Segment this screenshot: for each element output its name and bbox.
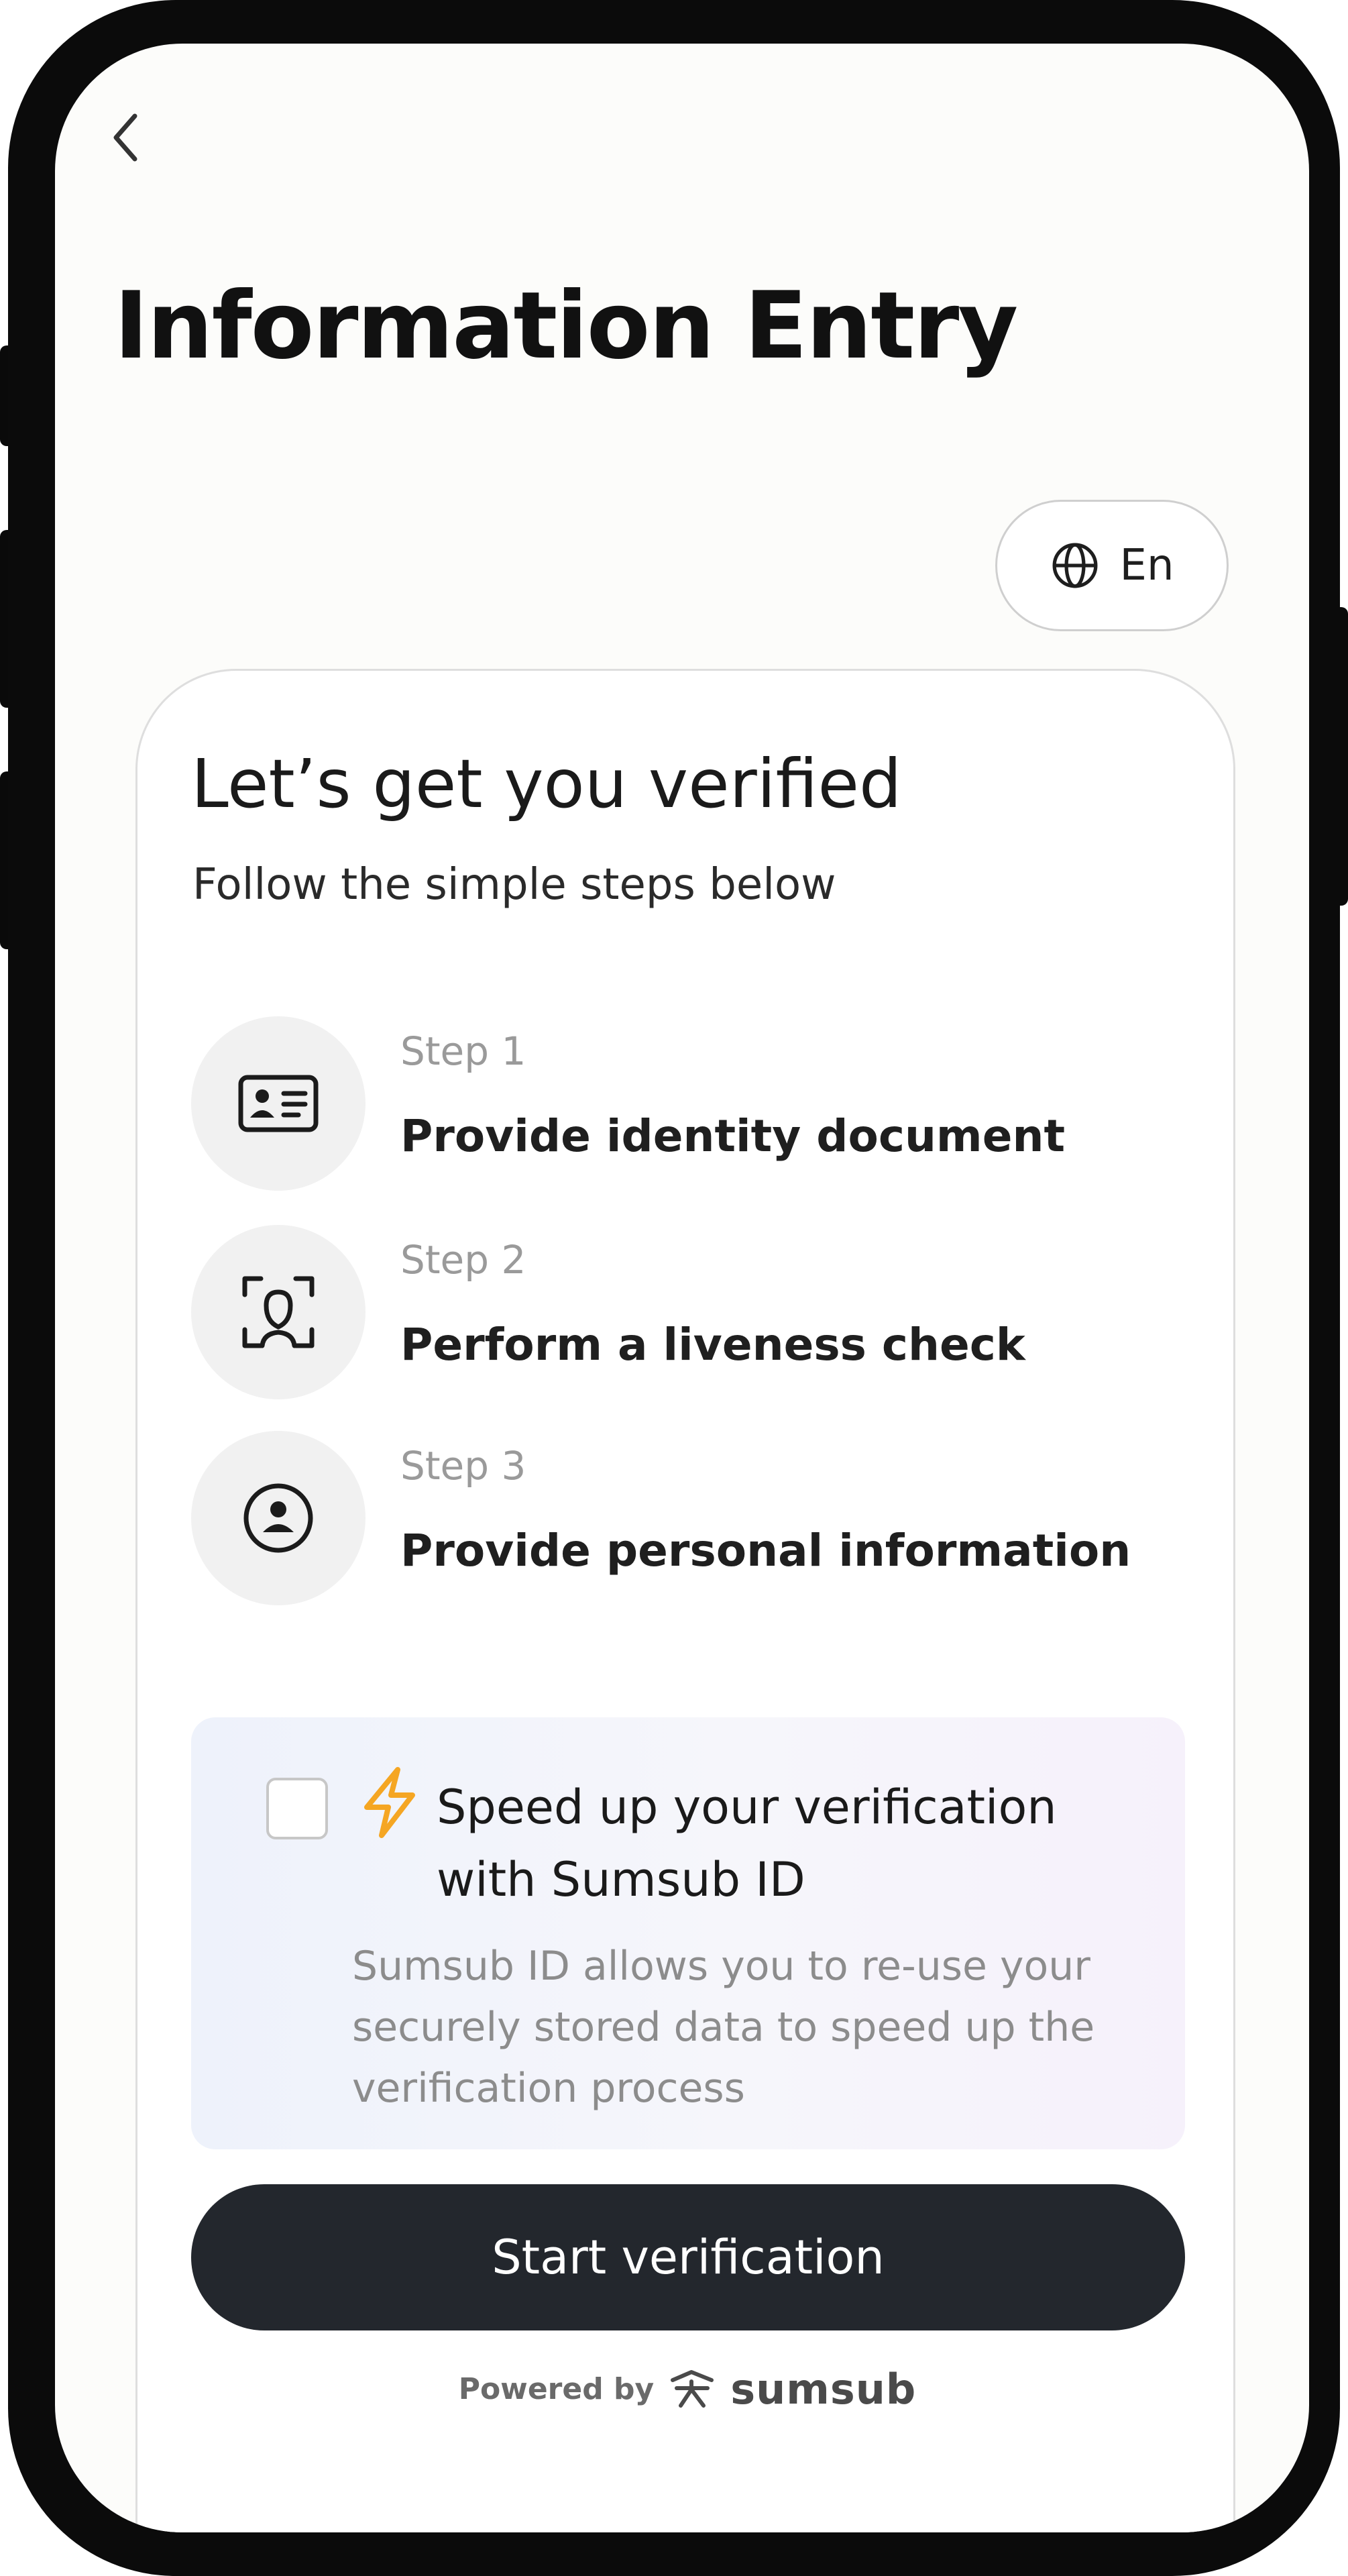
step-icon-wrapper [191,1016,366,1191]
step-icon-wrapper [191,1431,366,1605]
step-item: Step 1 Provide identity document [191,1016,1197,1191]
step-number: Step 2 [400,1237,526,1283]
lightning-icon [364,1767,415,1838]
language-selector[interactable]: En [995,500,1229,631]
page-title: Information Entry [114,272,1018,380]
powered-by-footer: Powered by sumsub [137,2359,1237,2419]
face-scan-icon [242,1276,315,1348]
sumsub-wordmark: sumsub [730,2364,917,2414]
phone-frame: Information Entry En Let’s get you verif… [8,0,1340,2576]
chevron-left-icon [113,113,137,162]
card-subtitle: Follow the simple steps below [192,860,836,910]
powered-by-label: Powered by [458,2371,655,2406]
step-icon-wrapper [191,1225,366,1399]
language-label: En [1119,541,1174,590]
verification-card: Let’s get you verified Follow the simple… [135,669,1235,2532]
step-text: Provide personal information [400,1525,1131,1576]
sumsub-id-checkbox[interactable] [266,1778,328,1839]
user-circle-icon [243,1483,313,1553]
phone-screen: Information Entry En Let’s get you verif… [55,44,1309,2532]
back-button[interactable] [92,104,159,171]
sumsub-logo-icon [671,2370,714,2408]
promo-title: Speed up your verification with Sumsub I… [437,1780,1057,1907]
step-item: Step 3 Provide personal information [191,1431,1197,1605]
card-title: Let’s get you verified [191,745,902,823]
sumsub-id-promo: Speed up your verification with Sumsub I… [191,1717,1185,2149]
start-verification-button[interactable]: Start verification [191,2184,1185,2330]
step-number: Step 1 [400,1028,526,1074]
step-text: Provide identity document [400,1110,1065,1162]
id-card-icon [238,1075,319,1132]
step-item: Step 2 Perform a liveness check [191,1225,1197,1399]
step-text: Perform a liveness check [400,1319,1025,1371]
globe-icon [1052,543,1097,588]
step-number: Step 3 [400,1443,526,1489]
promo-description: Sumsub ID allows you to re-use your secu… [352,1943,1095,2112]
